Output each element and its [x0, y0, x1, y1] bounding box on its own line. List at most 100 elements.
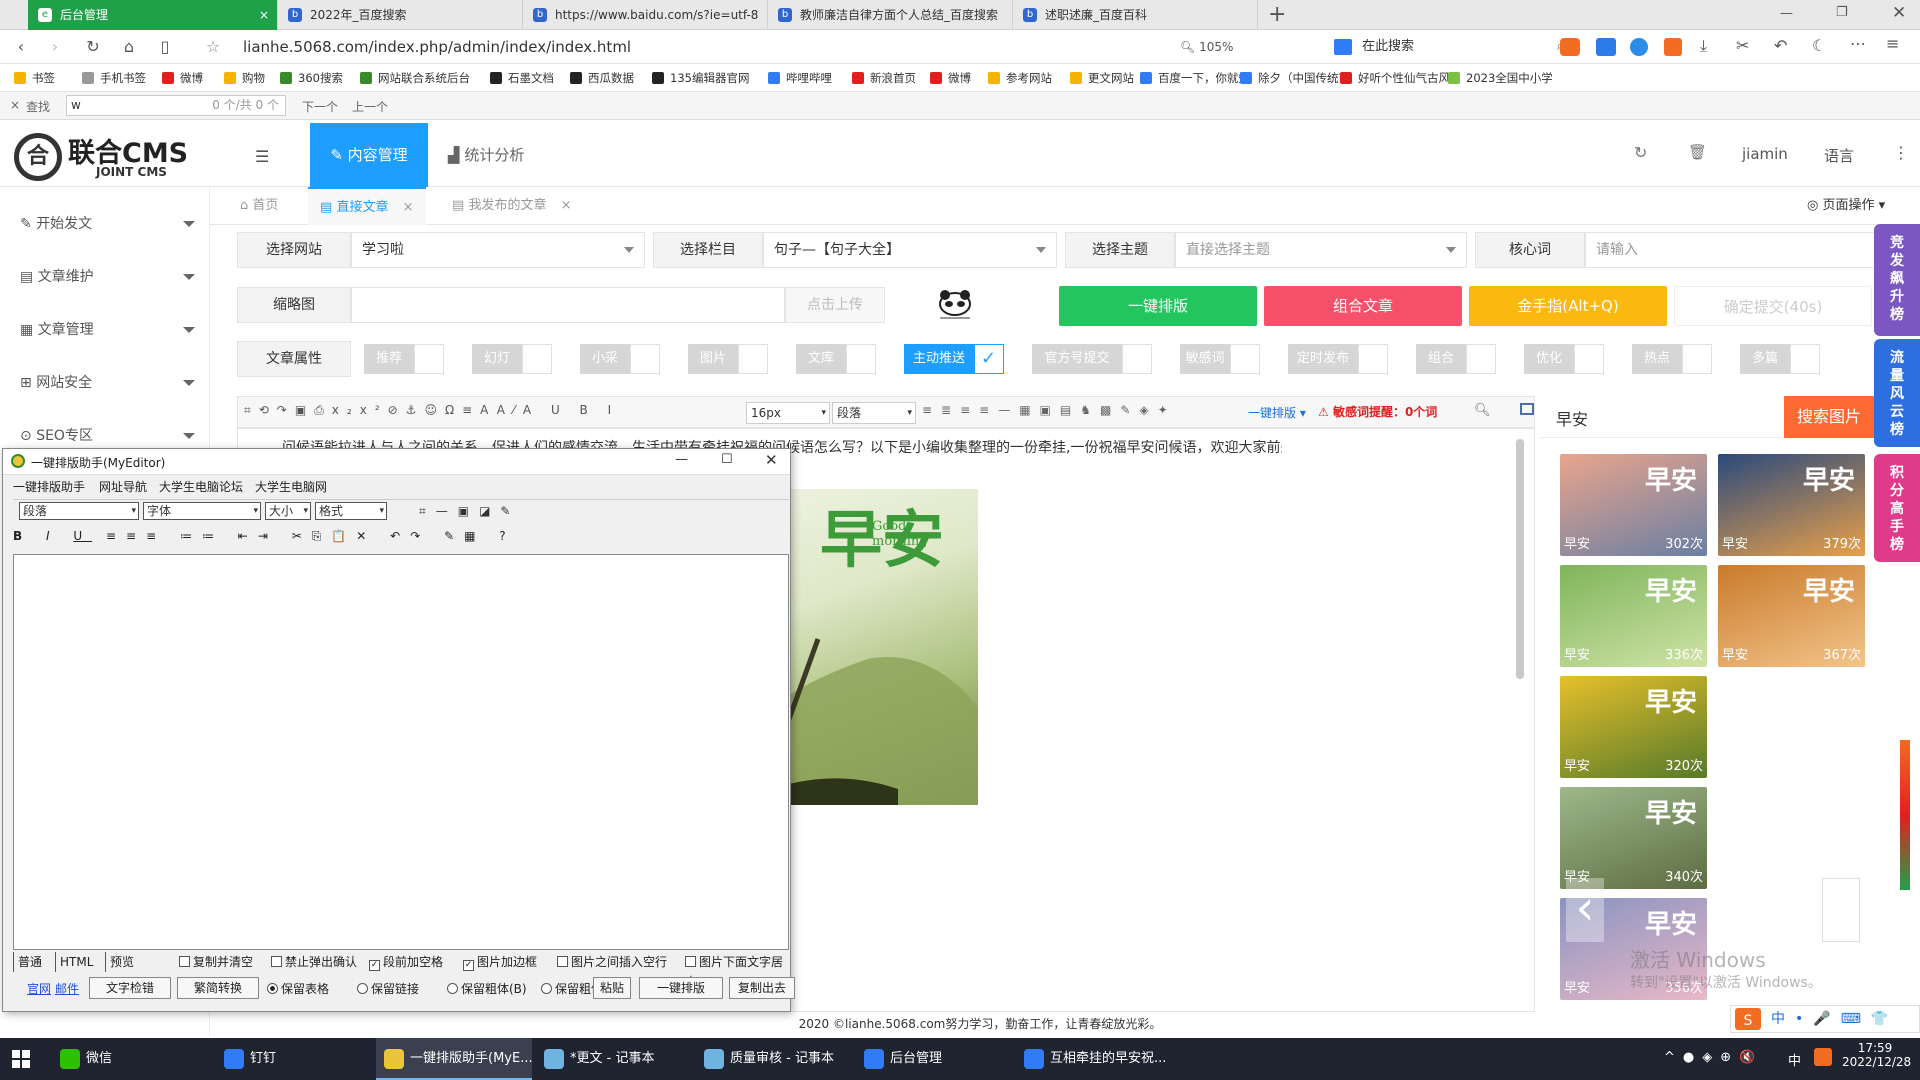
myeditor-select[interactable]: 字体 ▾ — [143, 502, 261, 520]
home-icon[interactable]: ⌂ — [118, 36, 140, 58]
image-thumbnail[interactable]: 早安 早安 340次 — [1560, 787, 1707, 889]
scissors-icon[interactable]: ✂ — [1736, 36, 1749, 55]
myeditor-tool-icons[interactable]: ⌗—▣◪✎ — [419, 502, 521, 520]
editor-align-icons[interactable]: ≡≣≡≡—▦▣▤♞▩✎◈✦ — [922, 403, 1222, 423]
language-menu[interactable]: 语言 — [1824, 145, 1854, 166]
myeditor-menu-item[interactable]: 大学生电脑网 — [255, 477, 327, 497]
myeditor-option[interactable]: ✓ 段前加空格 — [369, 952, 443, 972]
tray-ime[interactable]: 中 — [1788, 1050, 1801, 1069]
reader-icon[interactable]: ▯ — [154, 36, 176, 58]
sogou-tray-icon[interactable] — [1814, 1048, 1832, 1066]
editor-scrollbar[interactable] — [1516, 439, 1524, 679]
night-mode-icon[interactable]: ☾ — [1812, 36, 1826, 55]
tab-direct-article[interactable]: ▤ 直接文章 × — [308, 187, 426, 225]
myeditor-option[interactable]: 图片之间插入空行 — [557, 952, 667, 972]
new-tab-icon[interactable]: + — [1268, 2, 1286, 27]
bookmark-item[interactable]: 百度一下，你就知 — [1140, 64, 1250, 92]
undo-icon[interactable]: ↶ — [1774, 36, 1787, 55]
zoom-level[interactable]: 🔍︎ 105% — [1180, 40, 1233, 54]
taskbar-app[interactable]: 互相牵挂的早安祝... — [1016, 1038, 1174, 1080]
clock[interactable]: 17:59 2022/12/28 — [1842, 1041, 1911, 1069]
image-thumbnail[interactable]: 早安 早安 320次 — [1560, 676, 1707, 778]
download-icon[interactable]: ⤓ — [1700, 36, 1707, 56]
golden-finger-button[interactable]: 金手指(Alt+Q) — [1469, 286, 1667, 326]
browser-tab-2022[interactable]: b 2022年_百度搜索 — [278, 0, 523, 30]
site-select[interactable]: 学习啦 — [351, 232, 645, 268]
thumbnail-input[interactable] — [351, 287, 785, 323]
myeditor-option[interactable]: ✓ 图片加边框 — [463, 952, 537, 972]
radio-button[interactable] — [267, 983, 278, 994]
ime-toolbar[interactable]: S中•🎤⌨👕▦ — [1730, 1005, 1920, 1053]
attribute-3[interactable]: 图片 — [688, 344, 738, 374]
radio-button[interactable] — [541, 983, 552, 994]
checkbox[interactable]: ✓ — [463, 960, 474, 971]
onekey-link[interactable]: 一键排版 ▾ — [1248, 404, 1306, 421]
checkbox[interactable]: ✓ — [369, 960, 380, 971]
taskbar-app[interactable]: 钉钉 — [216, 1038, 372, 1080]
myeditor-menu-item[interactable]: 大学生电脑论坛 — [159, 477, 243, 497]
menu-icon[interactable]: ≡ — [1886, 34, 1899, 53]
tab-home[interactable]: ⌂ 首页 — [228, 187, 290, 225]
image-search-input[interactable]: 早安 — [1556, 406, 1588, 430]
attribute-toggle[interactable] — [1230, 344, 1260, 374]
game-icon[interactable] — [1560, 38, 1580, 56]
bookmark-item[interactable]: 西瓜数据 — [570, 64, 634, 92]
cloud-icon[interactable] — [1630, 38, 1648, 56]
attribute-toggle[interactable]: ✓ — [974, 344, 1004, 374]
bookmark-item[interactable]: 手机书签 — [82, 64, 146, 92]
attribute-4[interactable]: 文库 — [796, 344, 846, 374]
image-thumbnail[interactable]: 早安 早安 367次 — [1718, 565, 1865, 667]
myeditor-button[interactable]: 一键排版 — [639, 977, 723, 999]
myeditor-link[interactable]: 官网 — [27, 979, 51, 999]
attribute-11[interactable]: 热点 — [1632, 344, 1682, 374]
myeditor-button[interactable]: 复制出去 — [729, 977, 795, 999]
ranking-badge[interactable]: 竞发飙升榜 — [1874, 224, 1920, 336]
font-size-select[interactable]: 16px ▾ — [746, 402, 830, 424]
browser-tab-admin[interactable]: e 后台管理 × — [28, 0, 278, 30]
bookmark-item[interactable]: 微博 — [162, 64, 203, 92]
taskbar-app[interactable]: *更文 - 记事本 — [536, 1038, 692, 1080]
attribute-toggle[interactable] — [522, 344, 552, 374]
radio-button[interactable] — [357, 983, 368, 994]
sidebar-item[interactable]: ▦ 文章管理 — [20, 319, 195, 341]
column-select[interactable]: 句子—【句子大全】 — [763, 232, 1057, 268]
bookmark-item[interactable]: 135编辑器官网 — [652, 64, 749, 92]
forward-icon[interactable]: › — [44, 36, 66, 58]
next-arrow-icon[interactable]: › — [1822, 878, 1860, 942]
sidebar-item[interactable]: ▤ 文章维护 — [20, 266, 195, 288]
bookmark-item[interactable]: 更文网站 — [1070, 64, 1134, 92]
myeditor-button[interactable]: 繁简转换 — [177, 977, 259, 999]
attribute-toggle[interactable] — [1358, 344, 1388, 374]
close-window-icon[interactable]: ✕ — [1892, 3, 1906, 23]
browser-tab-teacher[interactable]: b 教师廉洁自律方面个人总结_百度搜索 — [768, 0, 1013, 30]
prev-arrow-icon[interactable]: ‹ — [1566, 878, 1604, 942]
trash-icon[interactable]: 🗑︎ — [1688, 143, 1707, 161]
nav-content-management[interactable]: ✎ 内容管理 — [310, 123, 428, 187]
user-name[interactable]: jiamin — [1742, 145, 1788, 163]
taskbar-app[interactable]: 后台管理 — [856, 1038, 1012, 1080]
sidebar-item[interactable]: ⊙ SEO专区 — [20, 425, 195, 447]
onekey-layout-button[interactable]: 一键排版 — [1059, 286, 1257, 326]
myeditor-view-tab[interactable]: 普通 — [13, 952, 42, 972]
attribute-6[interactable]: 官方号提交 — [1032, 344, 1122, 374]
nav-statistics[interactable]: ▟ 统计分析 — [448, 123, 524, 187]
attribute-8[interactable]: 定时发布 — [1288, 344, 1358, 374]
tab-my-articles[interactable]: ▤ 我发布的文章 × — [440, 187, 584, 225]
browser-tab-baike[interactable]: b 述职述廉_百度百科 — [1013, 0, 1258, 30]
myeditor-option[interactable]: 图片下面文字居中 — [685, 952, 789, 989]
submit-button[interactable]: 确定提交(40s) — [1674, 286, 1872, 326]
bookmark-item[interactable]: 哔哩哔哩 — [768, 64, 832, 92]
myeditor-radio-option[interactable]: 保留粗体(B) — [447, 979, 527, 999]
attribute-5[interactable]: 主动推送 — [904, 344, 974, 374]
star-icon[interactable]: ☆ — [202, 36, 224, 58]
refresh-icon[interactable]: ↻ — [1634, 143, 1647, 162]
bookmark-item[interactable]: 石墨文档 — [490, 64, 554, 92]
browser-tab-baidu[interactable]: b https://www.baidu.com/s?ie=utf-8 — [523, 0, 768, 30]
checkbox[interactable] — [557, 956, 568, 967]
bookmark-item[interactable]: 网站联合系统后台 — [360, 64, 470, 92]
tray-icons[interactable]: ^●◈⊕🔇 — [1664, 1050, 1763, 1065]
ranking-badge[interactable]: 流量风云榜 — [1874, 339, 1920, 447]
editor-format-icons[interactable]: ⌗⟲↷▣⎙x₂x²⊘⚓☺Ω≡AA⁄A U B I — [244, 403, 744, 423]
close-icon[interactable]: × — [561, 198, 572, 213]
close-find-icon[interactable]: × — [10, 98, 20, 112]
